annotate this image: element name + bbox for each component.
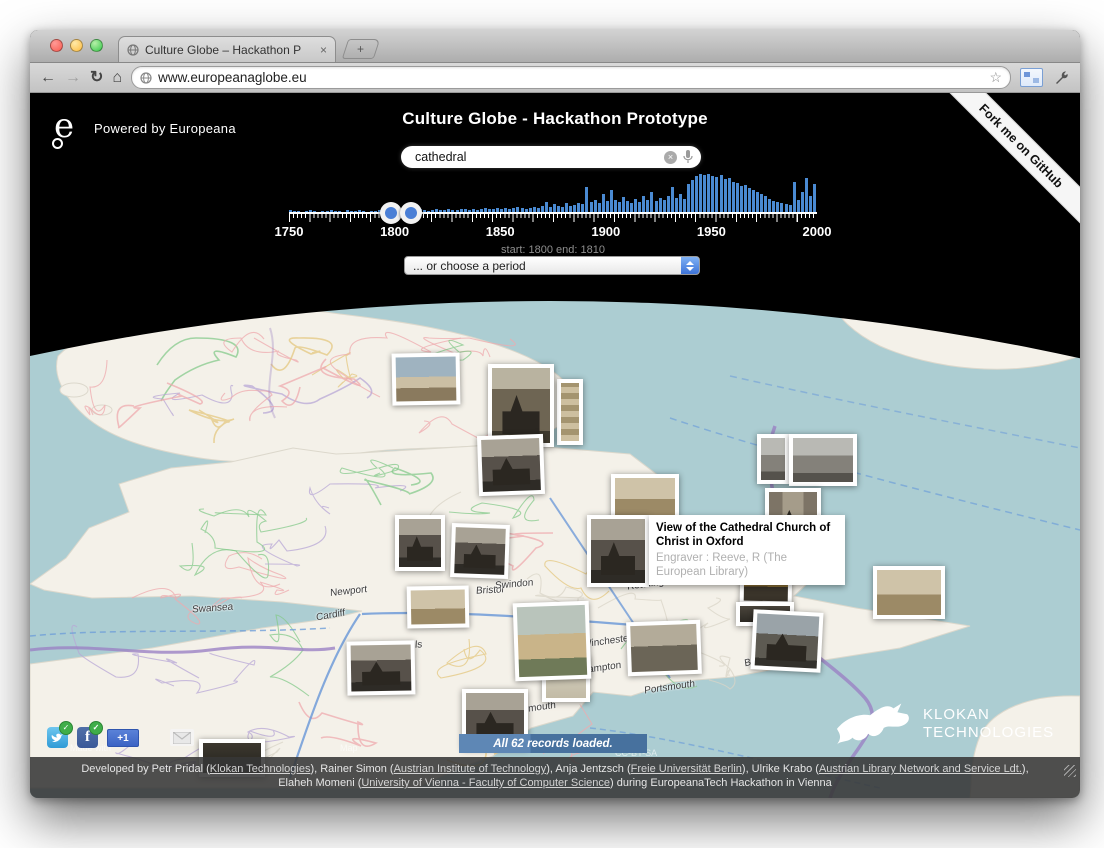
browser-window: Culture Globe – Hackathon P × + ← → ↻ ⌂ … [30, 30, 1080, 798]
record-thumbnail[interactable] [757, 434, 789, 484]
credit-link[interactable]: Klokan Technologies [210, 763, 311, 775]
credit-text: ), Ulrike Krabo ( [742, 763, 819, 775]
tab-title: Culture Globe – Hackathon P [145, 43, 314, 57]
footer-bar: Developed by Petr Pridal (Klokan Technol… [30, 757, 1080, 798]
page-content: SwanseaCardiffNewportBristolWellsSwindon… [30, 93, 1080, 798]
social-buttons: ✓ f ✓ +1 [47, 727, 194, 748]
kangaroo-icon [835, 701, 913, 747]
credit-link[interactable]: Austrian Institute of Technology [394, 763, 547, 775]
record-thumbnail[interactable] [587, 515, 649, 587]
browser-tab[interactable]: Culture Globe – Hackathon P × [118, 36, 336, 62]
forward-button[interactable]: → [65, 70, 81, 86]
email-button[interactable] [170, 729, 194, 746]
twitter-check-badge: ✓ [59, 721, 73, 735]
credit-link[interactable]: Austrian Library Network and Service Ldt… [819, 763, 1022, 775]
address-bar[interactable]: www.europeanaglobe.eu ☆ [131, 66, 1011, 89]
favicon-globe-icon [127, 44, 139, 56]
envelope-icon [173, 732, 191, 744]
select-stepper-icon [681, 257, 699, 274]
microphone-icon[interactable] [683, 150, 693, 164]
clear-search-icon[interactable]: × [664, 151, 677, 164]
record-thumbnail[interactable] [513, 601, 592, 682]
facebook-button[interactable]: f ✓ [77, 727, 98, 748]
credit-text: ), Rainer Simon ( [310, 763, 393, 775]
klokan-name-line1: KLOKAN [923, 706, 1054, 724]
tooltip-title: View of the Cathedral Church of Christ i… [656, 521, 838, 549]
traffic-lights [50, 39, 103, 52]
record-thumbnail[interactable] [750, 609, 823, 673]
timeline-axis: 175018001850190019502000 [289, 224, 817, 240]
record-thumbnail[interactable] [626, 620, 702, 677]
google-plus-one-button[interactable]: +1 [107, 729, 139, 747]
search-input[interactable] [413, 149, 658, 165]
new-tab-button[interactable]: + [342, 39, 380, 59]
back-button[interactable]: ← [40, 70, 56, 86]
twitter-button[interactable]: ✓ [47, 727, 68, 748]
records-status-bar: All 62 records loaded. [459, 734, 647, 753]
site-globe-icon [140, 72, 152, 84]
record-tooltip: View of the Cathedral Church of Christ i… [649, 515, 845, 585]
credit-text: ), Anja Jentzsch ( [546, 763, 630, 775]
zoom-window-button[interactable] [90, 39, 103, 52]
minimize-window-button[interactable] [70, 39, 83, 52]
tab-close-icon[interactable]: × [320, 43, 327, 57]
credit-text: Developed by Petr Pridal ( [81, 763, 209, 775]
record-thumbnail[interactable] [450, 523, 510, 579]
map-attribution: Map [340, 743, 358, 753]
klokan-name-line2: TECHNOLOGIES [923, 724, 1054, 742]
search-box[interactable]: × [401, 146, 701, 168]
record-thumbnail[interactable] [557, 379, 583, 445]
record-thumbnail[interactable] [873, 566, 945, 619]
bookmark-star-icon[interactable]: ☆ [989, 69, 1002, 86]
credits-text: Developed by Petr Pridal (Klokan Technol… [65, 762, 1045, 790]
extension-button[interactable] [1020, 68, 1043, 87]
titlebar[interactable]: Culture Globe – Hackathon P × + [30, 30, 1080, 63]
facebook-check-badge: ✓ [89, 721, 103, 735]
record-thumbnail[interactable] [395, 515, 445, 571]
record-thumbnail[interactable] [611, 474, 679, 520]
credit-link[interactable]: Freie Universität Berlin [631, 763, 742, 775]
range-slider-end-handle[interactable] [400, 202, 422, 224]
home-button[interactable]: ⌂ [112, 70, 122, 86]
klokan-logo[interactable]: KLOKAN TECHNOLOGIES [835, 701, 1054, 747]
tooltip-subtitle: Engraver : Reeve, R (The European Librar… [656, 551, 838, 579]
credit-text: ) during EuropeanaTech Hackathon in Vien… [610, 777, 832, 789]
credit-link[interactable]: University of Vienna - Faculty of Comput… [361, 777, 610, 789]
record-thumbnail[interactable] [477, 434, 545, 496]
records-status-label: All 62 records loaded. [493, 738, 613, 750]
browser-toolbar: ← → ↻ ⌂ www.europeanaglobe.eu ☆ [30, 63, 1080, 93]
record-thumbnail[interactable] [392, 352, 461, 405]
range-label: start: 1800 end: 1810 [289, 244, 817, 256]
record-thumbnail[interactable] [347, 640, 416, 695]
record-thumbnail[interactable] [789, 434, 857, 486]
resize-grip[interactable] [1064, 765, 1076, 777]
record-thumbnail[interactable] [407, 585, 470, 628]
timeline-histogram [289, 174, 817, 212]
page-title: Culture Globe - Hackathon Prototype [30, 109, 1080, 129]
url-text[interactable]: www.europeanaglobe.eu [158, 70, 983, 85]
wrench-menu-icon[interactable] [1052, 69, 1070, 87]
period-select-value: ... or choose a period [405, 259, 681, 273]
reload-button[interactable]: ↻ [90, 70, 103, 86]
desktop: Culture Globe – Hackathon P × + ← → ↻ ⌂ … [0, 0, 1104, 848]
timeline: 175018001850190019502000 start: 1800 end… [289, 174, 817, 264]
timeline-ruler [289, 212, 817, 222]
period-select[interactable]: ... or choose a period [404, 256, 700, 275]
close-window-button[interactable] [50, 39, 63, 52]
range-slider-start-handle[interactable] [380, 202, 402, 224]
